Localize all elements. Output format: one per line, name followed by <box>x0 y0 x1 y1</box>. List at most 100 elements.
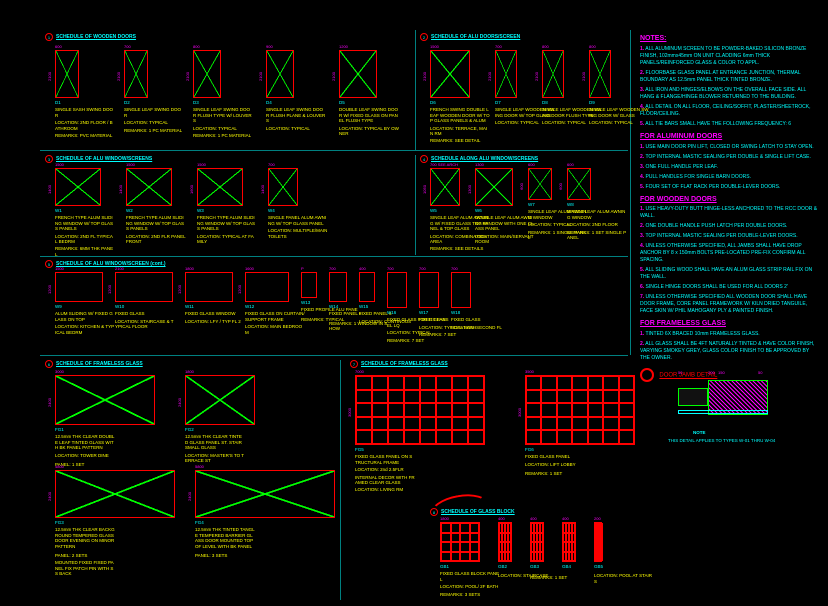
dim-w: 700 SEE ARCH <box>430 162 458 167</box>
door-shape <box>55 50 79 98</box>
note-item: 3. ONE FULL HANDLE PER LEAF. <box>640 164 820 171</box>
door-shape <box>528 168 552 200</box>
spec: FRENCH SWING DOUBLE LEAF WOODEN DOOR W/ … <box>430 107 490 123</box>
door-shape <box>126 168 172 206</box>
drawing-W6: 13001300W6DOUBLE LEAF ALUM AWNING WINDOW… <box>475 168 535 246</box>
dim: 150 <box>718 370 725 375</box>
drawing-D4: 9002100D4SINGLE LEAF SWING DOOR FLUSH PL… <box>266 50 326 133</box>
dim-h: 1600 <box>189 185 194 194</box>
spec: FIXED GLASS <box>115 311 175 316</box>
dim-w: 2100 <box>115 266 124 271</box>
loc: LOCATION: POOL AT STAIRS <box>594 573 654 584</box>
door-shape <box>55 375 155 425</box>
notes-heading: NOTES: <box>640 34 820 44</box>
dim-w: 200 <box>594 516 601 521</box>
note-item: 7. UNLESS OTHERWISE SPECIFIED ALL WOODEN… <box>640 294 820 315</box>
jamb-block <box>678 388 708 406</box>
spec: 12.5mm THK TINTED TANGLE TEMPERED BARRIE… <box>195 527 255 549</box>
section-title: SCHEDULE OF ALU DOORS/SCREEN <box>431 34 520 40</box>
separator <box>40 256 628 257</box>
dim-h: 2100 <box>581 72 586 81</box>
glass-grid <box>525 375 635 445</box>
spec: FIXED GLASS ON CURTAIN/SUPPORT FRAME <box>245 311 305 322</box>
tag: FG5 <box>355 447 415 452</box>
dim: 50 <box>758 370 762 375</box>
door-shape <box>193 50 221 98</box>
door-shape <box>195 470 335 518</box>
door-shape <box>185 375 255 425</box>
tag: FG3 <box>55 520 115 525</box>
dim-h: 2400 <box>177 398 182 407</box>
door-shape <box>495 50 517 98</box>
loc: LOCATION: LIFT LOBBY <box>525 462 585 467</box>
dim-w: 1500 <box>197 162 206 167</box>
note-item: 2. ONE DOUBLE HANDLE PUSH LATCH PER DOUB… <box>640 223 820 230</box>
section-marker-icon: 7 <box>350 360 358 368</box>
drawing-FG1: 30002400FG112.5mm THK CLEAR DOUBLE LEAF … <box>55 375 155 467</box>
tag: W3 <box>197 208 257 213</box>
drawing-D1: 6002100D1SINGLE SASH SWING DOORLOCATION:… <box>55 50 115 138</box>
drawing-FG3: 48002400FG312.5mm THK CLEAR BACKGROUND T… <box>55 470 175 577</box>
spec: 12.5mm THK CLEAR TINTED GLASS PANEL ST. … <box>185 434 245 450</box>
note-item: 5. ALL TIE BARS SMALL HAVE THE FOLLOWING… <box>640 121 820 128</box>
tag: W8 <box>567 202 627 207</box>
door-shape <box>430 50 470 98</box>
section-marker-icon: 2 <box>420 33 428 41</box>
dim-h: 600 <box>558 183 563 190</box>
spec: FIXED GLASS <box>451 317 502 322</box>
note-item: 1. ALL ALUMINUM SCREEN TO BE POWDER-BAKE… <box>640 46 820 67</box>
door-shape <box>419 272 439 308</box>
rem: REMARKS: 6MM THK PANEL <box>55 246 115 257</box>
loc: LOCATION: TYPICAL <box>193 126 253 131</box>
separator <box>40 355 628 356</box>
spec: FIXED GLASS PANEL ON STRUCTURAL FRAME <box>355 454 415 465</box>
loc: LOCATION: KITCHEN & TYPICAL BEDRM <box>55 324 115 335</box>
dim-w: 700 <box>124 44 131 49</box>
dim-w: 3000 <box>55 369 64 374</box>
loc: LOCATION: LFY / TYP FL 2 <box>185 319 241 324</box>
door-shape <box>245 272 289 302</box>
note-item: 4. UNLESS OTHERWISE SPECIFIED, ALL JAMBS… <box>640 243 820 264</box>
tag: D6 <box>430 100 490 105</box>
tag: GB1 <box>440 564 500 569</box>
rem: REMARKS: 1 SET SINGLE PANEL <box>567 230 627 241</box>
loc: LOCATION: TYPICAL <box>124 120 184 125</box>
loc: LOCATION: 2ND FLOOR / BATHROOM <box>55 120 115 131</box>
dim-w: P <box>301 266 304 271</box>
drawing-W11: 18001200W11FIXED GLASS WINDOWLOCATION: L… <box>185 272 241 326</box>
section-title: SCHEDULE OF FRAMELESS GLASS <box>361 361 448 367</box>
dim-h: 2100 <box>116 72 121 81</box>
spec: FIXED GLASS WINDOW <box>185 311 241 316</box>
dim-h: 2400 <box>187 492 192 501</box>
section-title: SCHEDULE OF ALU WINDOW/SCREENS <box>56 156 152 162</box>
dim-w: 700 <box>419 266 426 271</box>
dim-w: 1500 <box>55 266 64 271</box>
dim-w: 600 <box>567 162 574 167</box>
glass-grid <box>440 522 480 562</box>
drawing-W4: 7001400W4SINGLE PANEL ALUM AWNING W/ TOP… <box>268 168 328 241</box>
dim-h: 2100 <box>487 72 492 81</box>
tag: FG4 <box>195 520 255 525</box>
spec: FIXED GLASS PANEL <box>525 454 585 459</box>
spec: FRENCH TYPE ALUM SLIDING WINDOW W/ TOP G… <box>126 215 186 231</box>
spec: SINGLE LEAF SWING DOOR FLUSH TYPE W/ LOU… <box>193 107 253 123</box>
wooden-doors-heading: FOR WOODEN DOORS <box>640 195 820 205</box>
door-shape <box>115 272 173 302</box>
dim-w: 700 <box>495 44 502 49</box>
door-shape <box>197 168 243 206</box>
door-shape <box>430 168 460 206</box>
dim-w: 1200 <box>339 44 348 49</box>
spec: FRENCH TYPE ALUM SLIDING WINDOW W/ TOP G… <box>197 215 257 231</box>
dim-w: 7000 <box>355 369 364 374</box>
loc: LOCATION: 2ND FLR PANEL FRONT <box>126 234 186 245</box>
dim-h: 2100 <box>185 72 190 81</box>
glass-grid <box>355 375 485 445</box>
section-title: SCHEDULE OF ALU WINDOW/SCREEN (cont.) <box>56 261 166 267</box>
door-shape <box>329 272 347 302</box>
rem: REMARKS: 1 PC MATERIAL <box>124 128 184 133</box>
spec: SINGLE LEAF ALUM AWNING WINDOW <box>567 209 627 220</box>
drawing-W18: 700W18FIXED GLASSLOCATION: SECOND FL <box>451 272 502 332</box>
note-item: 2. ALL GLASS SHALL BE 4FT NATURALLY TINT… <box>640 341 820 362</box>
door-shape <box>55 470 175 518</box>
dim: 200 <box>708 370 715 375</box>
